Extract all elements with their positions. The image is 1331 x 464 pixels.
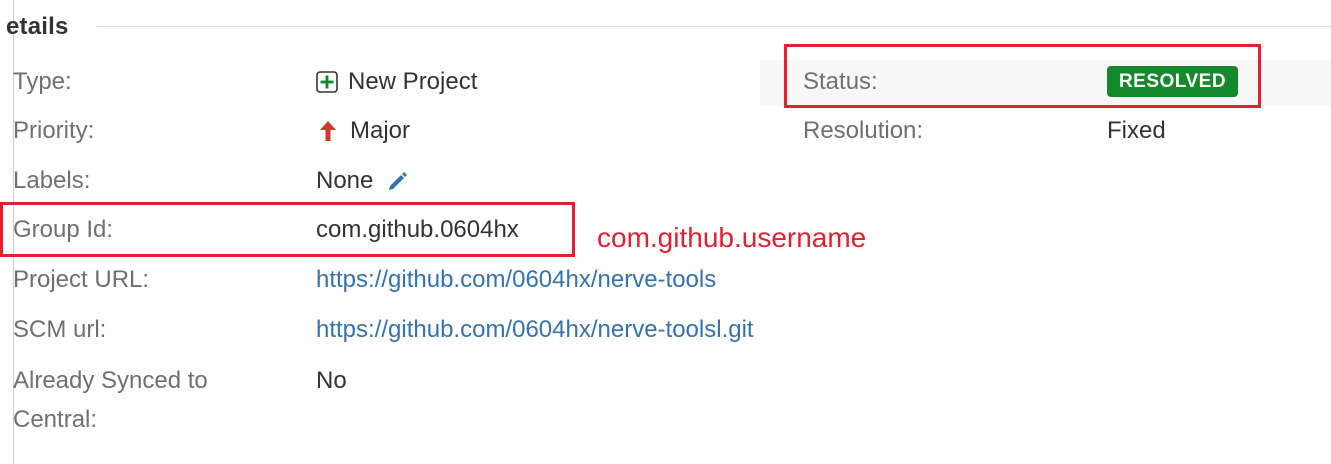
priority-value: Major xyxy=(318,117,410,145)
status-highlight-box xyxy=(784,44,1261,108)
project-url-label: Project URL: xyxy=(13,266,150,293)
type-text: New Project xyxy=(348,68,478,95)
type-value: New Project xyxy=(316,68,477,96)
labels-value: None xyxy=(316,167,409,195)
arrow-up-icon xyxy=(318,119,338,143)
details-section-header: etails xyxy=(0,10,69,44)
labels-text: None xyxy=(316,167,374,194)
plus-square-icon xyxy=(316,71,338,93)
group-id-highlight-box xyxy=(0,202,575,257)
section-divider xyxy=(97,26,1331,27)
priority-text: Major xyxy=(350,117,411,144)
resolution-label: Resolution: xyxy=(803,117,924,144)
section-title: etails xyxy=(6,13,69,40)
pencil-icon[interactable] xyxy=(385,169,409,193)
issue-details-page: etails Type: New Project Status: RESOLVE… xyxy=(0,0,1331,464)
scm-url-link[interactable]: https://github.com/0604hx/nerve-toolsl.g… xyxy=(316,316,754,344)
project-url-link[interactable]: https://github.com/0604hx/nerve-tools xyxy=(316,266,716,294)
priority-label: Priority: xyxy=(13,117,95,144)
type-label: Type: xyxy=(13,68,72,95)
synced-label-line2: Central: xyxy=(13,406,98,433)
synced-value: No xyxy=(316,367,347,394)
scm-url-label: SCM url: xyxy=(13,316,107,343)
synced-label-line1: Already Synced to xyxy=(13,367,208,394)
resolution-value: Fixed xyxy=(1107,117,1166,144)
group-id-annotation: com.github.username xyxy=(597,222,867,253)
labels-label: Labels: xyxy=(13,167,91,194)
